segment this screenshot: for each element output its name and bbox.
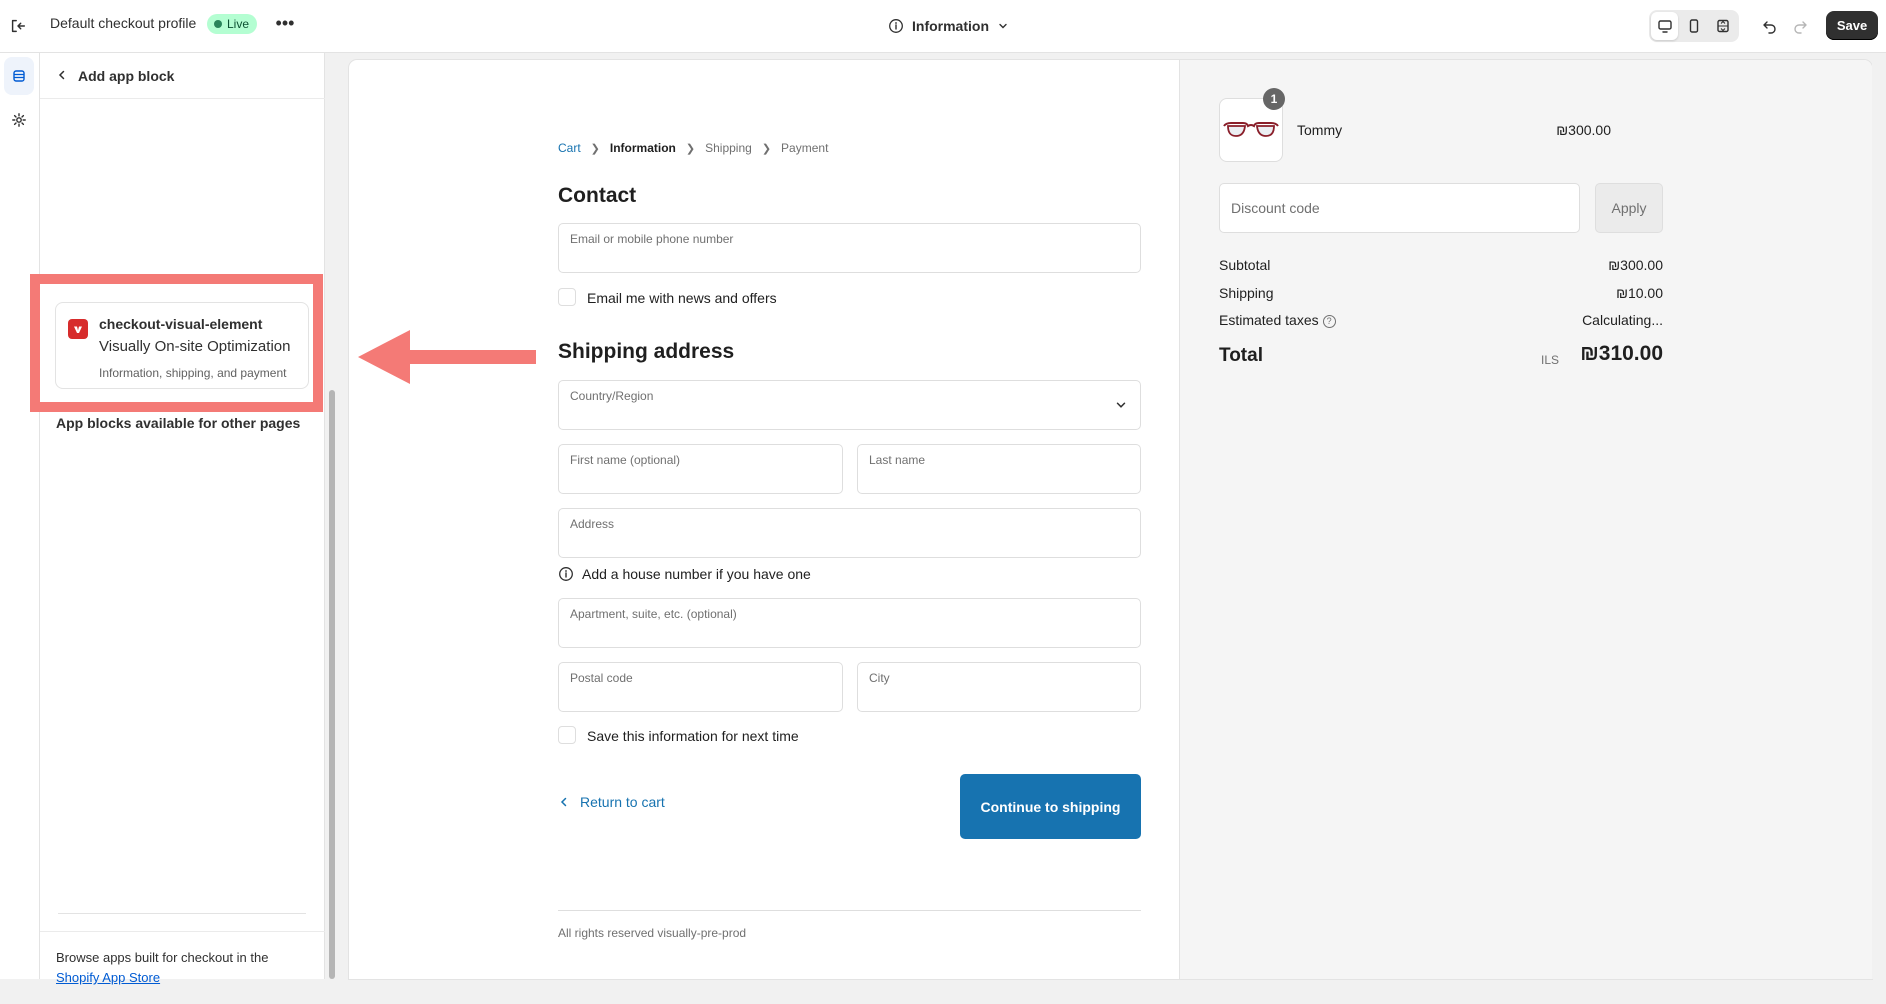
address-hint: Add a house number if you have one bbox=[558, 566, 811, 582]
panel-title: Add app block bbox=[78, 68, 175, 84]
chevron-left-icon[interactable] bbox=[50, 63, 74, 87]
discount-placeholder: Discount code bbox=[1231, 200, 1320, 216]
info-icon bbox=[559, 567, 573, 581]
return-to-cart-link[interactable]: Return to cart bbox=[558, 794, 665, 810]
exit-icon[interactable] bbox=[4, 12, 32, 40]
left-rail bbox=[0, 53, 40, 979]
news-checkbox[interactable] bbox=[558, 288, 576, 306]
discount-code-input[interactable]: Discount code bbox=[1219, 183, 1580, 233]
live-status-badge: Live bbox=[207, 14, 258, 34]
chevron-right-icon: ❯ bbox=[761, 142, 772, 155]
settings-gear-icon[interactable] bbox=[4, 101, 34, 139]
first-name-field[interactable]: First name (optional) bbox=[558, 444, 843, 494]
breadcrumb-cart[interactable]: Cart bbox=[558, 141, 581, 155]
shipping-value: ₪10.00 bbox=[1616, 285, 1663, 301]
postal-code-field[interactable]: Postal code bbox=[558, 662, 843, 712]
city-label: City bbox=[869, 671, 890, 685]
city-field[interactable]: City bbox=[857, 662, 1141, 712]
app-store-link[interactable]: Shopify App Store bbox=[56, 970, 160, 985]
postal-code-label: Postal code bbox=[570, 671, 633, 685]
breadcrumb-shipping: Shipping bbox=[705, 141, 752, 155]
page-selector-label: Information bbox=[912, 18, 989, 34]
chevron-left-icon bbox=[560, 797, 567, 807]
redo-icon[interactable] bbox=[1786, 12, 1814, 40]
panel-footer: Browse apps built for checkout in the Sh… bbox=[40, 931, 325, 1004]
more-horizontal-icon[interactable]: ••• bbox=[273, 14, 297, 38]
product-price: ₪300.00 bbox=[1556, 122, 1611, 138]
footer-copyright: All rights reserved visually-pre-prod bbox=[558, 926, 747, 940]
highlight-box bbox=[30, 274, 323, 412]
profile-title: Default checkout profile bbox=[50, 15, 197, 31]
breadcrumb: Cart ❯ Information ❯ Shipping ❯ Payment bbox=[558, 141, 828, 155]
quantity-badge: 1 bbox=[1263, 88, 1285, 110]
estimated-taxes-label: Estimated taxes bbox=[1219, 312, 1319, 328]
info-icon bbox=[889, 19, 903, 33]
footer-text: Browse apps built for checkout in the bbox=[56, 950, 269, 965]
shipping-label: Shipping bbox=[1219, 285, 1274, 301]
eyeglasses-icon bbox=[1223, 122, 1279, 137]
device-toggle bbox=[1649, 10, 1739, 42]
panel-scrollbar[interactable] bbox=[329, 390, 335, 979]
annotation-arrow bbox=[358, 330, 536, 384]
chevron-right-icon: ❯ bbox=[685, 142, 696, 155]
other-pages-heading: App blocks available for other pages bbox=[56, 415, 301, 431]
divider bbox=[58, 913, 306, 914]
preview-scrollbar[interactable] bbox=[1872, 53, 1886, 979]
last-name-field[interactable]: Last name bbox=[857, 444, 1141, 494]
apply-button[interactable]: Apply bbox=[1595, 183, 1663, 233]
estimated-taxes-value: Calculating... bbox=[1582, 312, 1663, 328]
first-name-label: First name (optional) bbox=[570, 453, 681, 467]
save-info-checkbox[interactable] bbox=[558, 726, 576, 744]
checkout-preview: Cart ❯ Information ❯ Shipping ❯ Payment … bbox=[349, 60, 1872, 979]
breadcrumb-payment: Payment bbox=[781, 141, 829, 155]
continue-to-shipping-button[interactable]: Continue to shipping bbox=[960, 774, 1141, 839]
last-name-label: Last name bbox=[869, 453, 926, 467]
footer-divider bbox=[558, 910, 1141, 911]
mobile-icon[interactable] bbox=[1680, 12, 1707, 40]
chevron-down-icon bbox=[1116, 402, 1126, 408]
address-field[interactable]: Address bbox=[558, 508, 1141, 558]
email-field[interactable]: Email or mobile phone number bbox=[558, 223, 1141, 273]
question-icon[interactable]: ? bbox=[1322, 314, 1336, 328]
page-selector[interactable]: Information bbox=[888, 14, 1009, 38]
save-info-label: Save this information for next time bbox=[587, 728, 799, 744]
apartment-label: Apartment, suite, etc. (optional) bbox=[570, 607, 737, 621]
panel-header: Add app block bbox=[40, 53, 325, 99]
news-checkbox-label: Email me with news and offers bbox=[587, 290, 777, 306]
contact-heading: Contact bbox=[558, 184, 637, 207]
country-select[interactable]: Country/Region bbox=[558, 380, 1141, 430]
top-bar: Default checkout profile Live ••• Inform… bbox=[0, 0, 1886, 53]
desktop-icon[interactable] bbox=[1651, 12, 1679, 40]
undo-icon[interactable] bbox=[1756, 12, 1784, 40]
estimated-taxes-row: Estimated taxes? bbox=[1219, 312, 1336, 328]
shipping-address-heading: Shipping address bbox=[558, 340, 735, 363]
app-block-panel: Add app block checkout-visual-element Vi… bbox=[40, 53, 325, 985]
country-label: Country/Region bbox=[570, 389, 654, 403]
subtotal-label: Subtotal bbox=[1219, 257, 1271, 273]
save-button[interactable]: Save bbox=[1826, 11, 1878, 40]
breadcrumb-information: Information bbox=[609, 141, 676, 155]
address-hint-text: Add a house number if you have one bbox=[582, 566, 811, 582]
total-value: ₪310.00 bbox=[1580, 342, 1663, 365]
total-label: Total bbox=[1219, 345, 1263, 366]
fullscreen-icon[interactable] bbox=[1710, 12, 1737, 40]
chevron-down-icon bbox=[999, 23, 1007, 29]
address-label: Address bbox=[570, 517, 615, 531]
apartment-field[interactable]: Apartment, suite, etc. (optional) bbox=[558, 598, 1141, 648]
return-to-cart-label: Return to cart bbox=[580, 794, 665, 810]
email-label: Email or mobile phone number bbox=[570, 232, 734, 246]
chevron-right-icon: ❯ bbox=[590, 142, 600, 155]
subtotal-value: ₪300.00 bbox=[1608, 257, 1663, 273]
product-name: Tommy bbox=[1297, 122, 1343, 138]
sections-icon[interactable] bbox=[4, 57, 34, 95]
